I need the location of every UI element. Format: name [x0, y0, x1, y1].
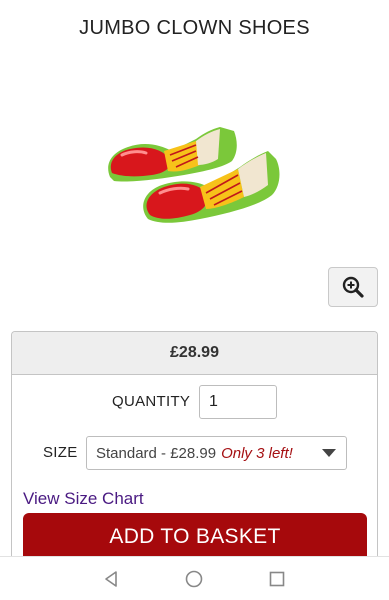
stock-note: Only 3 left! [221, 444, 293, 462]
product-image[interactable] [100, 115, 290, 235]
home-icon [185, 570, 203, 588]
chevron-down-icon [322, 449, 336, 457]
product-title: JUMBO CLOWN SHOES [79, 17, 310, 39]
zoom-button[interactable] [328, 267, 378, 307]
nav-home[interactable] [179, 565, 209, 593]
nav-back[interactable] [96, 565, 126, 593]
size-selected-value: Standard - £28.99 [96, 444, 217, 462]
back-icon [105, 571, 117, 587]
size-label: SIZE [43, 444, 78, 461]
zoom-in-icon [342, 276, 364, 298]
price: £28.99 [12, 332, 377, 375]
recents-icon [269, 571, 285, 587]
nav-recents[interactable] [262, 565, 292, 593]
system-nav-bar [0, 556, 389, 600]
size-select[interactable]: Standard - £28.99 Only 3 left! [86, 436, 347, 470]
quantity-input[interactable]: 1 [199, 385, 277, 419]
size-chart-link[interactable]: View Size Chart [23, 489, 144, 509]
back-shoe [108, 127, 237, 182]
quantity-label: QUANTITY [112, 393, 191, 410]
